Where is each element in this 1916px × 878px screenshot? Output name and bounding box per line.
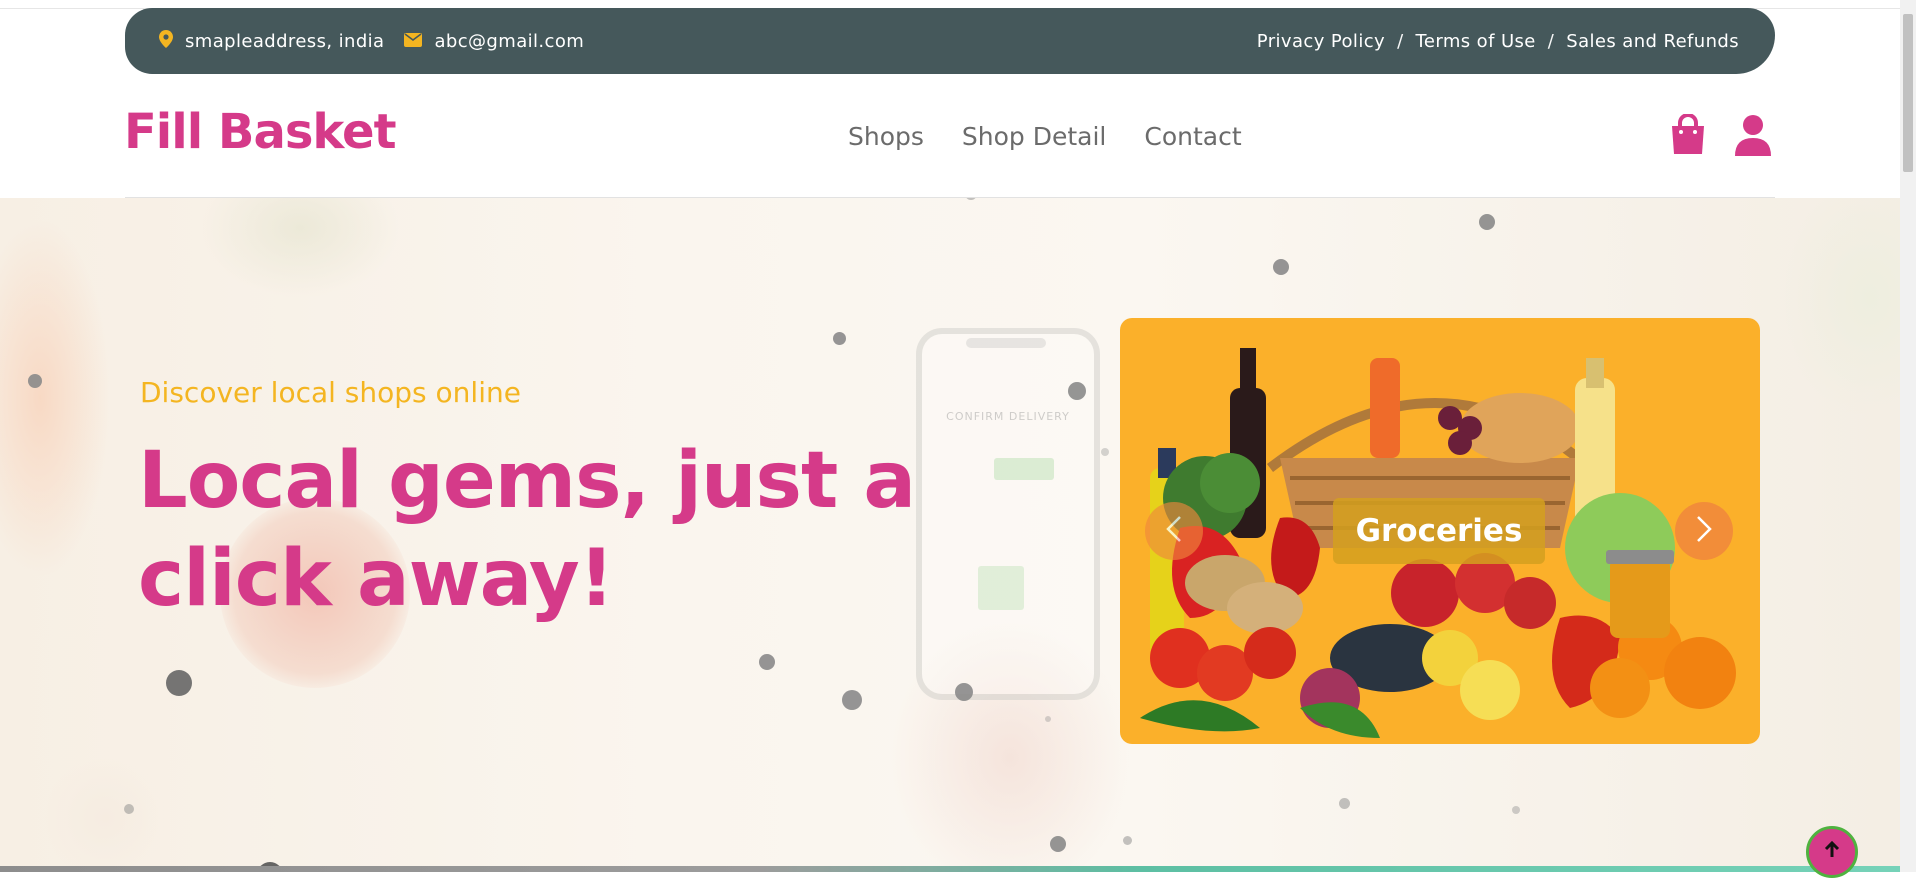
- hero-section: CONFIRM DELIVERY Discover local shops on…: [0, 198, 1900, 872]
- particle: [1512, 806, 1520, 814]
- nav-shop-detail[interactable]: Shop Detail: [962, 122, 1106, 151]
- particle: [1045, 716, 1051, 722]
- address-text: smapleaddress, india: [185, 30, 385, 52]
- page-scrollbar[interactable]: [1900, 0, 1916, 872]
- particle: [1068, 382, 1086, 400]
- address-item: smapleaddress, india: [159, 29, 385, 53]
- particle: [955, 683, 973, 701]
- particle: [1339, 798, 1350, 809]
- nav-shops[interactable]: Shops: [848, 122, 924, 151]
- hero-subtitle: Discover local shops online: [140, 376, 521, 409]
- link-separator: /: [1397, 30, 1404, 52]
- phone-confirm-text: CONFIRM DELIVERY: [946, 410, 1070, 423]
- chevron-right-icon: [1694, 514, 1714, 549]
- privacy-policy-link[interactable]: Privacy Policy: [1257, 31, 1385, 52]
- envelope-icon: [404, 31, 423, 52]
- site-logo[interactable]: Fill Basket: [124, 104, 397, 160]
- scroll-to-top-button[interactable]: [1806, 826, 1858, 878]
- bg-carrot: [0, 218, 110, 578]
- terms-of-use-link[interactable]: Terms of Use: [1416, 31, 1536, 52]
- particle: [965, 198, 977, 200]
- particle: [842, 690, 862, 710]
- bg-right-produce: [1780, 198, 1900, 418]
- site-header: Fill Basket Shops Shop Detail Contact: [0, 74, 1900, 198]
- user-icon[interactable]: [1734, 114, 1772, 161]
- particle: [28, 374, 42, 388]
- chevron-left-icon: [1164, 514, 1184, 549]
- particle: [166, 670, 192, 696]
- hero-headline: Local gems, just a click away!: [138, 436, 916, 624]
- particle: [1101, 448, 1109, 456]
- particle: [833, 332, 846, 345]
- top-info-bar: smapleaddress, india abc@gmail.com Priva…: [125, 8, 1775, 74]
- arrow-up-icon: [1822, 840, 1842, 865]
- category-carousel[interactable]: Groceries: [1120, 318, 1760, 744]
- map-marker-icon: [159, 29, 173, 53]
- particle: [124, 804, 134, 814]
- particle: [1050, 836, 1066, 852]
- carousel-prev-button[interactable]: [1145, 502, 1203, 560]
- shopping-bag-icon[interactable]: [1670, 113, 1706, 161]
- nav-contact[interactable]: Contact: [1144, 122, 1241, 151]
- main-nav: Shops Shop Detail Contact: [848, 122, 1242, 151]
- link-separator: /: [1547, 30, 1555, 52]
- bg-greens: [200, 198, 400, 298]
- email-text[interactable]: abc@gmail.com: [434, 31, 584, 52]
- bg-egg: [40, 758, 170, 872]
- particle: [1123, 836, 1132, 845]
- particle: [759, 654, 775, 670]
- particle: [1479, 214, 1495, 230]
- sales-refunds-link[interactable]: Sales and Refunds: [1566, 31, 1739, 52]
- section-edge: [0, 866, 1900, 872]
- scrollbar-thumb[interactable]: [1903, 14, 1913, 172]
- particle: [1273, 259, 1289, 275]
- slide-caption[interactable]: Groceries: [1333, 498, 1545, 564]
- carousel-next-button[interactable]: [1675, 502, 1733, 560]
- email-item[interactable]: abc@gmail.com: [404, 31, 584, 52]
